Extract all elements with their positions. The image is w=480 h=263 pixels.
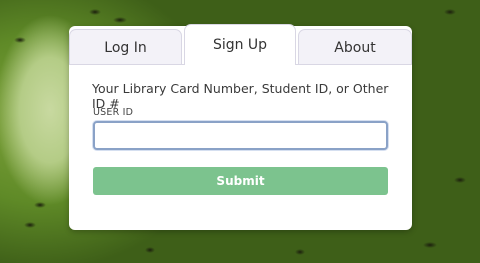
tab-log-in[interactable]: Log In xyxy=(69,29,182,65)
id-prompt: Your Library Card Number, Student ID, or… xyxy=(92,81,389,111)
tab-log-in-label: Log In xyxy=(104,39,147,56)
user-id-label: USER ID xyxy=(93,107,134,118)
submit-button[interactable]: Submit xyxy=(93,167,388,195)
tab-about-label: About xyxy=(334,39,376,56)
tab-sign-up[interactable]: Sign Up xyxy=(184,24,296,65)
tab-sign-up-label: Sign Up xyxy=(212,37,268,53)
tab-about[interactable]: About xyxy=(298,29,412,65)
user-id-input[interactable] xyxy=(93,121,388,150)
tab-bar: Log In Sign Up About xyxy=(69,24,412,65)
